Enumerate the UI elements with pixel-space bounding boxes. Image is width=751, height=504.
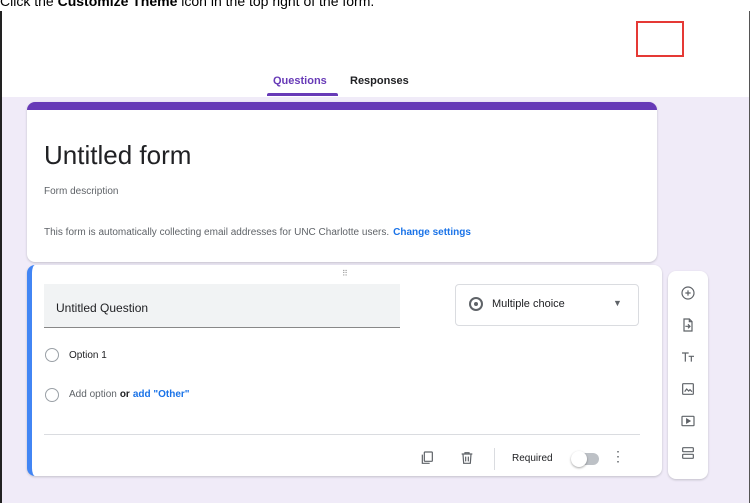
title-text-icon[interactable]: [677, 346, 699, 368]
delete-trash-icon[interactable]: [456, 447, 478, 469]
question-title: Untitled Question: [56, 301, 149, 315]
add-option-row: Add option or add "Other": [69, 389, 190, 400]
required-label: Required: [512, 453, 553, 464]
duplicate-icon[interactable]: [416, 447, 438, 469]
add-option-radio-icon: [45, 388, 59, 402]
question-footer-divider: [44, 434, 640, 435]
caption-prefix: Click the: [0, 0, 58, 9]
option-1-label[interactable]: Option 1: [69, 350, 107, 361]
form-header-card[interactable]: Untitled form Form description This form…: [27, 102, 657, 262]
palette-highlight-box: [636, 21, 684, 57]
editor-tabs: Questions Responses: [2, 73, 749, 97]
add-question-icon[interactable]: [677, 282, 699, 304]
import-questions-icon[interactable]: [677, 314, 699, 336]
radio-checked-icon: [469, 297, 483, 311]
tab-questions[interactable]: Questions: [273, 75, 327, 87]
video-icon[interactable]: [677, 410, 699, 432]
add-other-link[interactable]: add "Other": [133, 389, 190, 400]
email-collection-notice: This form is automatically collecting em…: [44, 227, 471, 238]
add-option-link[interactable]: Add option: [69, 389, 117, 400]
form-canvas: Untitled form Form description This form…: [2, 97, 749, 503]
notice-text: This form is automatically collecting em…: [44, 227, 390, 238]
question-title-field[interactable]: Untitled Question: [44, 284, 400, 328]
toggle-knob: [571, 451, 587, 467]
image-icon[interactable]: [677, 378, 699, 400]
caption-suffix: icon in the top right of the form.: [177, 0, 375, 9]
section-icon[interactable]: [677, 442, 699, 464]
caption-bold: Customize Theme: [57, 0, 178, 9]
dropdown-caret-icon: ▼: [613, 298, 622, 308]
more-options-icon[interactable]: ⋮: [611, 448, 625, 465]
tab-responses[interactable]: Responses: [350, 75, 409, 87]
question-type-dropdown[interactable]: Multiple choice ▼: [455, 284, 639, 326]
instruction-caption: Click the Customize Theme icon in the to…: [0, 0, 374, 11]
form-description[interactable]: Form description: [44, 186, 118, 197]
question-type-label: Multiple choice: [492, 298, 565, 310]
editor-header: Questions Responses: [2, 11, 749, 97]
floating-toolbar: [668, 271, 708, 479]
form-title[interactable]: Untitled form: [44, 140, 191, 171]
option-radio-icon: [45, 348, 59, 362]
active-tab-indicator: [267, 93, 338, 96]
footer-separator: [494, 448, 495, 470]
drag-handle-icon[interactable]: ⠿: [342, 269, 349, 278]
forms-editor: Questions Responses Untitled form Form d…: [0, 11, 750, 503]
or-text: or: [119, 389, 130, 400]
required-toggle[interactable]: [571, 451, 599, 467]
change-settings-link[interactable]: Change settings: [393, 227, 471, 238]
question-card[interactable]: ⠿ Untitled Question Multiple choice ▼ Op…: [27, 265, 662, 476]
